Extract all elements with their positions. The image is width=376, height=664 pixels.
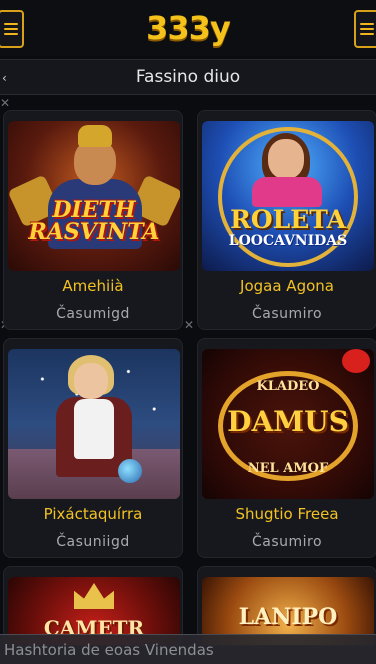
game-art-title: ROLETA [230, 205, 346, 234]
side-menu-button[interactable] [354, 10, 376, 48]
game-thumbnail[interactable]: KLADEO DAMUS NEL AMOF [202, 349, 374, 499]
bottom-banner-text: Hashtoria de eoas Vinendas [4, 641, 214, 659]
section-header: ‹ Fassino diuo [0, 59, 376, 95]
game-art-top-text: KLADEO [256, 379, 320, 394]
game-thumbnail[interactable]: ROLETA LOOCAVNIDAS [202, 121, 374, 271]
game-card[interactable]: KLADEO DAMUS NEL AMOF Shugtio Freea Času… [197, 338, 376, 558]
game-provider: Časuniigd [56, 534, 130, 550]
game-title[interactable]: Amehiià [4, 277, 182, 295]
game-card[interactable]: ROLETA LOOCAVNIDAS Jogaa Agona Časumiro [197, 110, 376, 330]
game-card[interactable]: Pixáctaquírra Časuniigd [3, 338, 183, 558]
game-thumbnail[interactable]: DIETH RASVINTA [8, 121, 180, 271]
site-logo[interactable]: 333y [0, 9, 376, 47]
game-provider: Časumigd [56, 306, 130, 322]
game-art-subtitle: LOOCAVNIDAS [228, 233, 348, 249]
game-provider: Časumiro [251, 306, 323, 322]
section-title: Fassino diuo [135, 67, 241, 87]
corner-deco-icon: ✕ [0, 96, 11, 110]
corner-deco-icon: ✕ [184, 318, 195, 332]
game-art-bottom-text: NEL AMOF [247, 461, 329, 476]
game-card[interactable]: DIETH RASVINTA Amehiià Časumigd [3, 110, 183, 330]
game-provider: Časumiro [251, 534, 323, 550]
bottom-banner[interactable]: Hashtoria de eoas Vinendas [0, 634, 376, 664]
game-thumbnail[interactable] [8, 349, 180, 499]
game-title[interactable]: Pixáctaquírra [4, 505, 182, 523]
hamburger-menu-icon [360, 23, 374, 35]
game-title[interactable]: Shugtio Freea [198, 505, 376, 523]
game-title[interactable]: Jogaa Agona [198, 277, 376, 295]
top-bar: 333y [0, 0, 376, 56]
game-art-title: LANIPO [238, 604, 338, 630]
game-art-title: DAMUS [227, 405, 349, 438]
game-art-title: DIETH RASVINTA [28, 197, 160, 245]
